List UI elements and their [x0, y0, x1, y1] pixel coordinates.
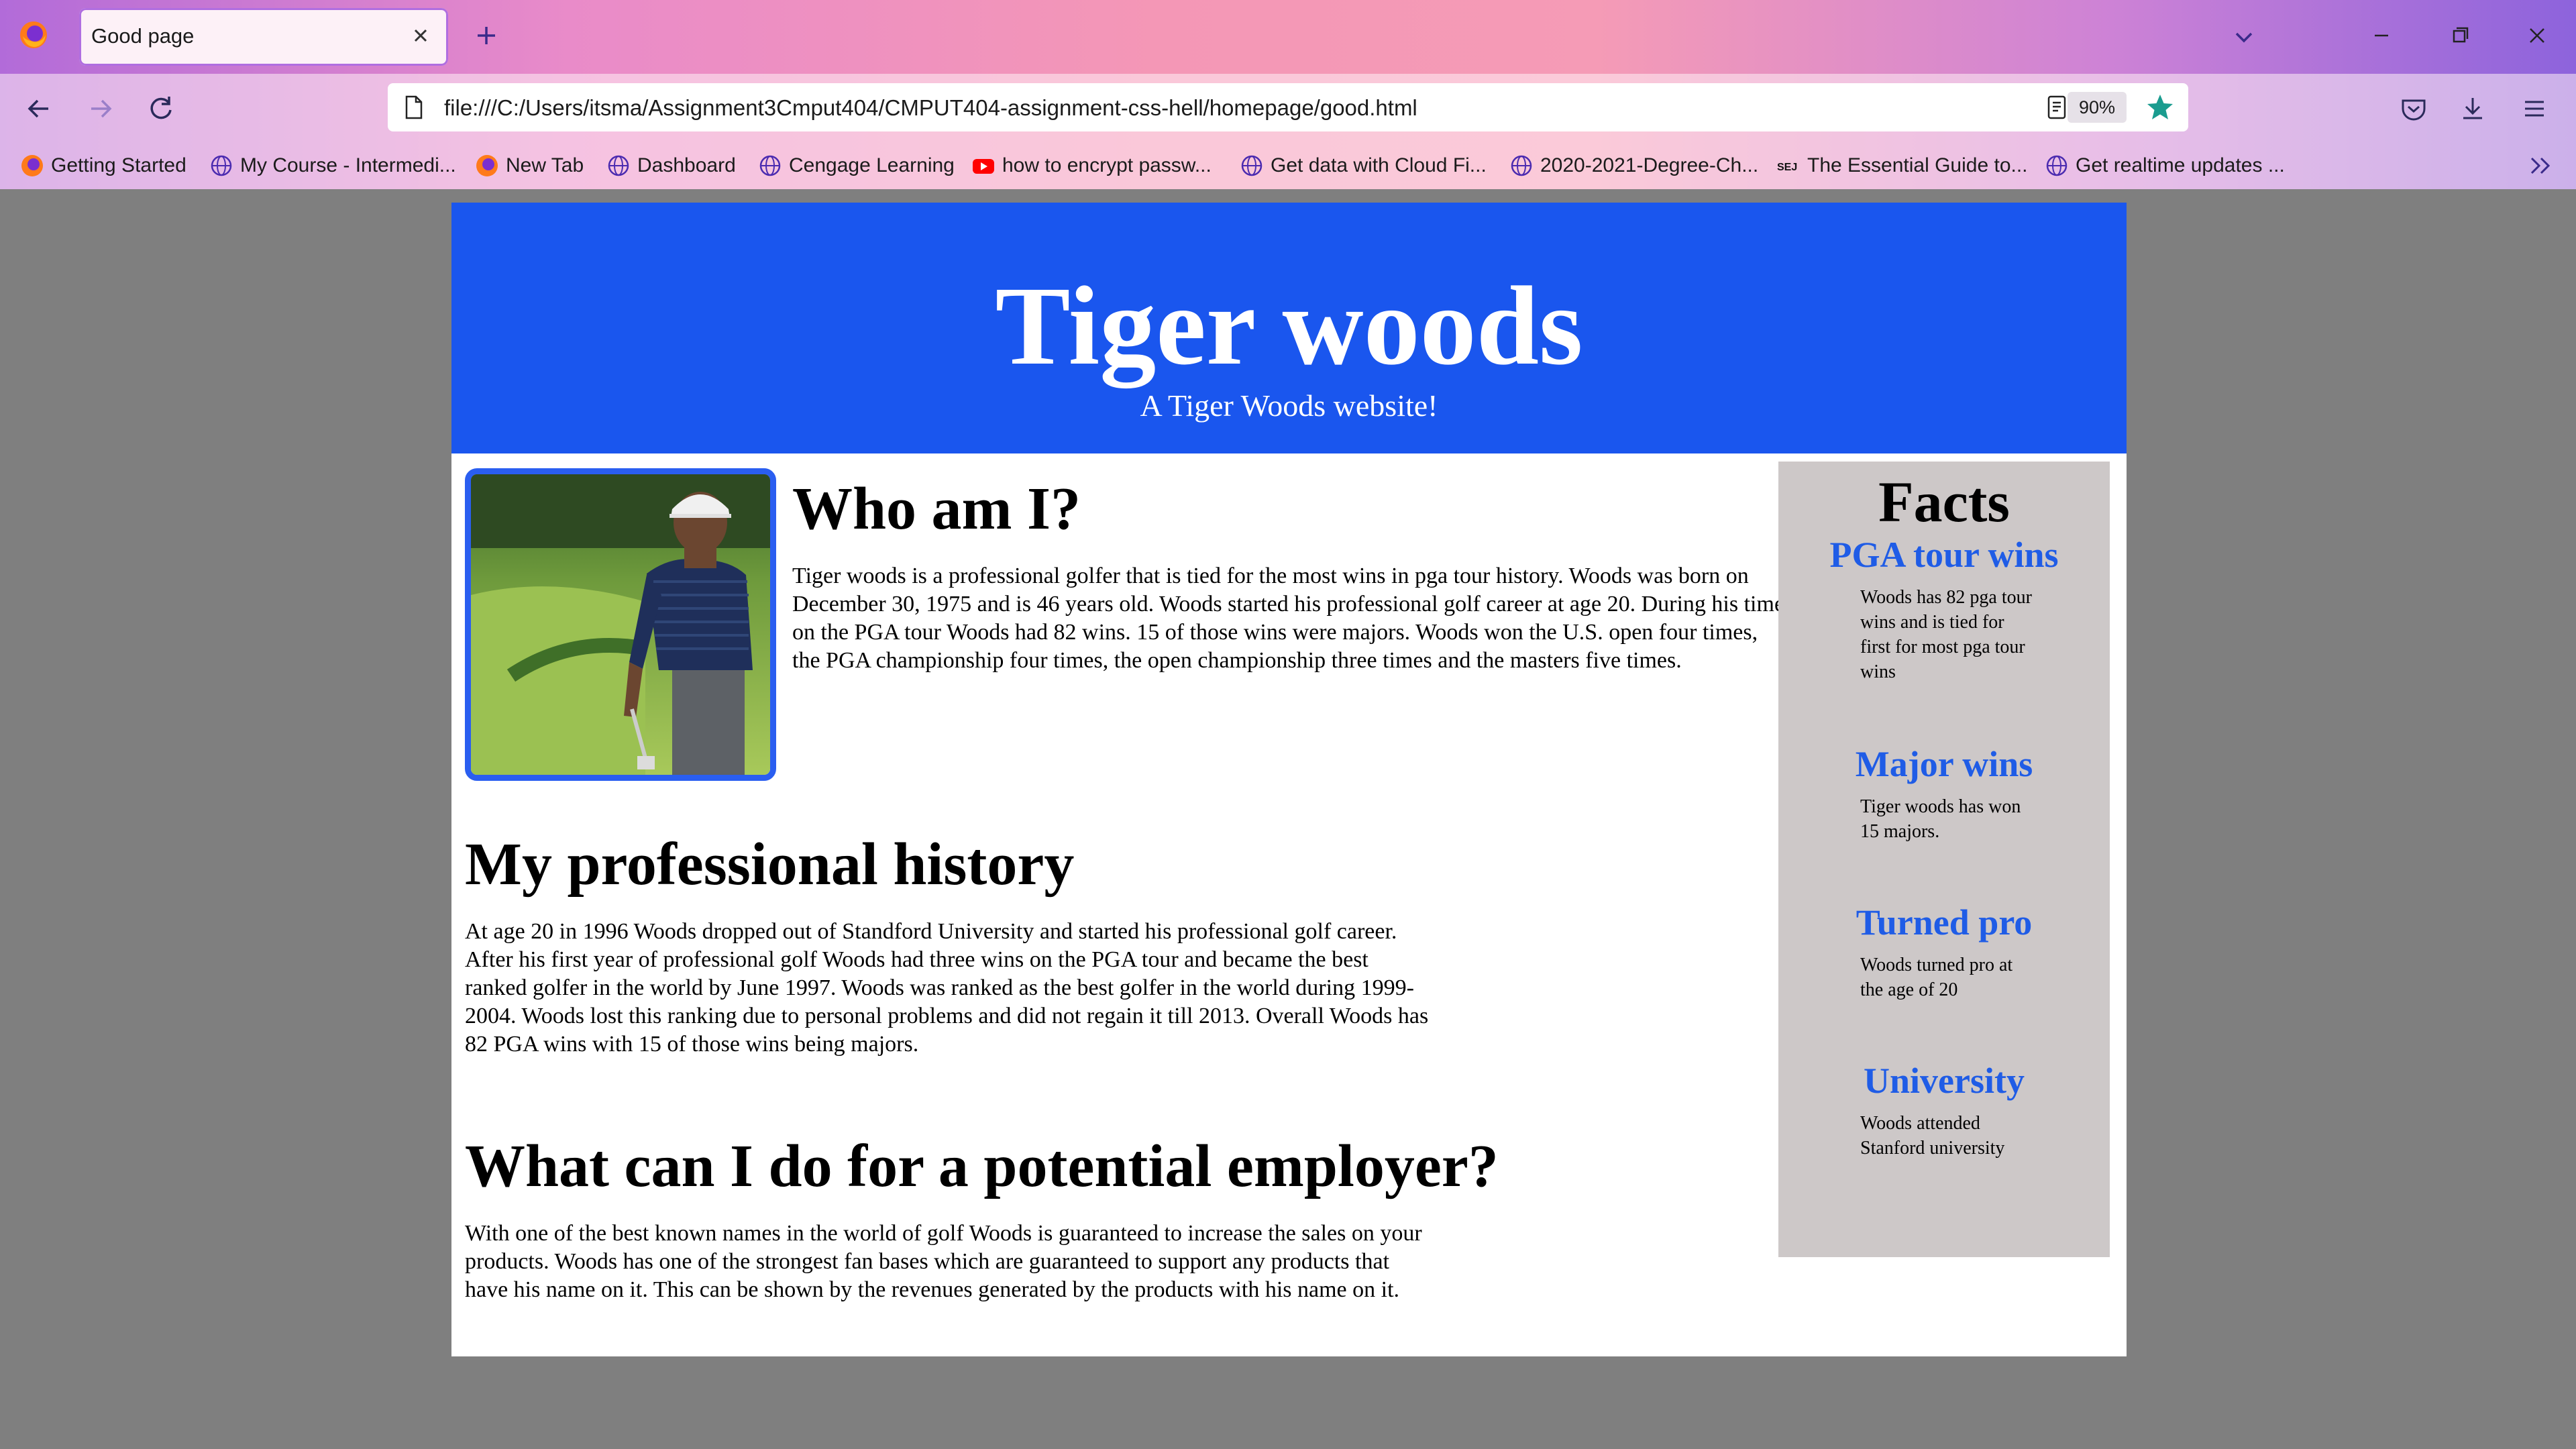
firefox-icon	[21, 155, 43, 176]
fact-text: Woods has 82 pga tour wins and is tied f…	[1860, 587, 2032, 682]
employer-paragraph: With one of the best known names in the …	[465, 1221, 1422, 1302]
bookmark-label: My Course - Intermedi...	[240, 154, 456, 176]
bookmark-label: Cengage Learning	[789, 154, 955, 176]
professional-history-heading: My professional history	[465, 831, 1075, 898]
facts-heading: Facts	[1878, 470, 2010, 534]
new-tab-plus-icon[interactable]	[470, 19, 503, 52]
close-window-icon[interactable]	[2517, 19, 2557, 52]
back-arrow-icon[interactable]	[19, 89, 59, 129]
bookmark-label: how to encrypt passw...	[1002, 154, 1212, 176]
url-text[interactable]: file:///C:/Users/itsma/Assignment3Cmput4…	[444, 95, 1417, 121]
fact-heading: Turned pro	[1856, 902, 2033, 943]
bookmark-item[interactable]: 2020-2021-Degree-Ch...	[1509, 152, 1758, 180]
employer-heading: What can I do for a potential employer?	[465, 1133, 1499, 1199]
fact-text: Tiger woods has won 15 majors.	[1860, 796, 2021, 842]
bookmark-label: Get data with Cloud Fi...	[1271, 154, 1487, 176]
address-bar[interactable]: file:///C:/Users/itsma/Assignment3Cmput4…	[388, 83, 2188, 131]
fact-text: Woods turned pro at the age of 20	[1860, 955, 2013, 1000]
zoom-level-badge[interactable]: 90%	[2068, 92, 2127, 123]
tab-good-page[interactable]: Good page	[79, 8, 448, 66]
chevron-down-icon[interactable]	[2227, 20, 2261, 54]
download-icon[interactable]	[2453, 89, 2493, 129]
bookmark-label: Get realtime updates ...	[2076, 154, 2285, 176]
globe-icon	[1511, 155, 1532, 176]
bookmark-item[interactable]: Cengage Learning	[758, 152, 955, 180]
bookmark-item[interactable]: New Tab	[475, 152, 584, 180]
bookmark-item[interactable]: SEJ The Essential Guide to...	[1776, 152, 2028, 180]
bookmark-label: Getting Started	[51, 154, 186, 176]
bookmark-item[interactable]: Getting Started	[20, 152, 186, 180]
navigation-toolbar: file:///C:/Users/itsma/Assignment3Cmput4…	[0, 74, 2576, 142]
globe-icon	[759, 155, 781, 176]
web-page: Tiger woods A Tiger Woods website! Who a…	[451, 203, 2127, 1356]
page-title: Tiger woods	[995, 264, 1583, 388]
minimize-icon[interactable]	[2361, 19, 2402, 52]
bookmark-item[interactable]: My Course - Intermedi...	[209, 152, 456, 180]
sej-icon: SEJ	[1777, 162, 1797, 173]
tab-strip: Good page	[0, 0, 2576, 74]
youtube-icon	[973, 159, 994, 174]
bookmark-label: Dashboard	[637, 154, 736, 176]
bookmark-star-icon[interactable]	[2144, 91, 2176, 123]
bookmark-label: New Tab	[506, 154, 584, 176]
pocket-icon[interactable]	[2394, 89, 2434, 129]
globe-icon	[608, 155, 629, 176]
profile-photo	[465, 468, 776, 781]
forward-arrow-icon[interactable]	[80, 89, 121, 129]
bookmark-item[interactable]: how to encrypt passw...	[971, 152, 1212, 180]
bookmark-item[interactable]: Dashboard	[606, 152, 736, 180]
close-icon[interactable]	[404, 19, 437, 52]
restore-icon[interactable]	[2439, 19, 2479, 52]
bookmark-label: The Essential Guide to...	[1807, 154, 2028, 176]
globe-icon	[2046, 155, 2068, 176]
bookmark-item[interactable]: Get data with Cloud Fi...	[1240, 152, 1487, 180]
firefox-icon[interactable]	[19, 20, 48, 50]
bookmarks-toolbar: Getting Started My Course - Intermedi...…	[0, 142, 2576, 189]
golfer-photo-image	[471, 474, 770, 775]
bookmark-item[interactable]: Get realtime updates ...	[2045, 152, 2285, 180]
chevron-double-right-icon[interactable]	[2524, 149, 2557, 182]
globe-icon	[211, 155, 232, 176]
reload-icon[interactable]	[141, 89, 181, 129]
facts-sidebar: Facts PGA tour wins Woods has 82 pga tou…	[1778, 462, 2110, 1257]
fact-heading: PGA tour wins	[1829, 535, 2059, 575]
fact-text: Woods attended Stanford university	[1860, 1113, 2005, 1159]
sej-icon-text: SEJ	[1777, 162, 1797, 173]
fact-heading: University	[1864, 1061, 2025, 1101]
page-header: Tiger woods A Tiger Woods website!	[451, 203, 2127, 453]
who-am-i-heading: Who am I?	[792, 476, 1081, 542]
professional-history-paragraph: At age 20 in 1996 Woods dropped out of S…	[465, 919, 1429, 1057]
tab-title: Good page	[91, 24, 195, 48]
firefox-icon	[476, 155, 498, 176]
page-icon	[405, 95, 423, 119]
globe-icon	[1241, 155, 1263, 176]
menu-icon[interactable]	[2514, 89, 2555, 129]
fact-heading: Major wins	[1855, 744, 2033, 784]
browser-chrome: Good page file:///C:/Users/itsma/Assignm…	[0, 0, 2576, 189]
page-subtitle: A Tiger Woods website!	[1140, 388, 1438, 423]
bookmark-label: 2020-2021-Degree-Ch...	[1540, 154, 1759, 176]
who-am-i-paragraph: Tiger woods is a professional golfer tha…	[792, 564, 1785, 673]
